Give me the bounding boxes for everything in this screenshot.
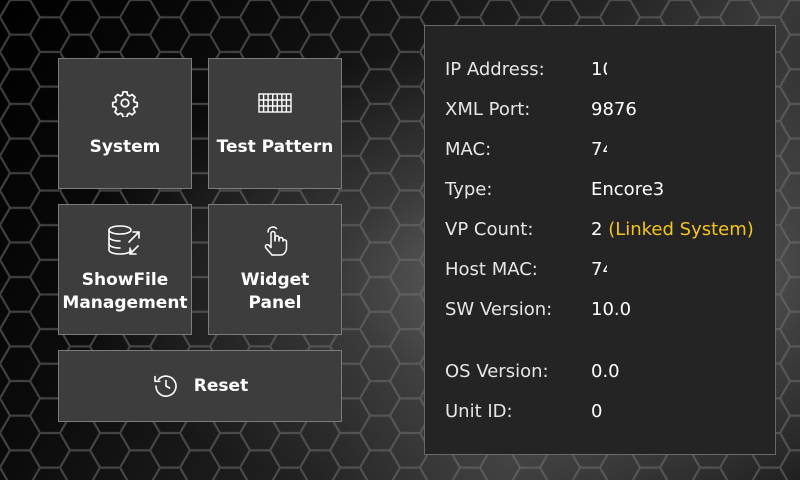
showfile-management-button[interactable]: ShowFile Management: [58, 204, 192, 335]
mac-label: MAC:: [445, 139, 492, 160]
system-button[interactable]: System: [58, 58, 192, 189]
ip-address-value: 10: [591, 59, 607, 80]
test-pattern-button-label: Test Pattern: [216, 137, 334, 157]
showfile-management-button-label: ShowFile Management: [62, 269, 188, 313]
reset-button[interactable]: Reset: [58, 350, 342, 422]
vp-count-value: 2: [591, 219, 603, 240]
sw-version-label: SW Version:: [445, 299, 553, 320]
vp-count-value-group: 2 (Linked System): [591, 217, 754, 243]
type-label: Type:: [445, 179, 493, 200]
sw-version-value: 10.0: [591, 299, 632, 320]
unit-id-label: Unit ID:: [445, 401, 513, 422]
system-info-panel: IP Address: 10 XML Port: 9876 MAC: 74 Ty…: [424, 25, 776, 455]
mac-value: 74: [591, 139, 607, 160]
touch-hand-icon: [262, 225, 288, 256]
linked-system-note: (Linked System): [608, 219, 754, 240]
grid-icon: [258, 88, 292, 118]
widget-panel-button[interactable]: Widget Panel: [208, 204, 342, 335]
unit-id-value: 0: [591, 401, 603, 422]
reset-icon: [152, 371, 180, 401]
os-version-value: 0.0: [591, 361, 620, 382]
widget-panel-button-label: Widget Panel: [240, 269, 310, 313]
test-pattern-button[interactable]: Test Pattern: [208, 58, 342, 189]
host-mac-value: 74: [591, 259, 607, 280]
os-version-label: OS Version:: [445, 361, 549, 382]
database-sync-icon: [107, 224, 143, 255]
gear-icon: [111, 88, 139, 118]
type-value: Encore3: [591, 179, 665, 200]
host-mac-label: Host MAC:: [445, 259, 538, 280]
xml-port-value: 9876: [591, 99, 637, 120]
system-button-label: System: [89, 137, 161, 157]
vp-count-label: VP Count:: [445, 219, 534, 240]
reset-button-label: Reset: [193, 375, 249, 396]
xml-port-label: XML Port:: [445, 99, 531, 120]
ip-address-label: IP Address:: [445, 59, 545, 80]
